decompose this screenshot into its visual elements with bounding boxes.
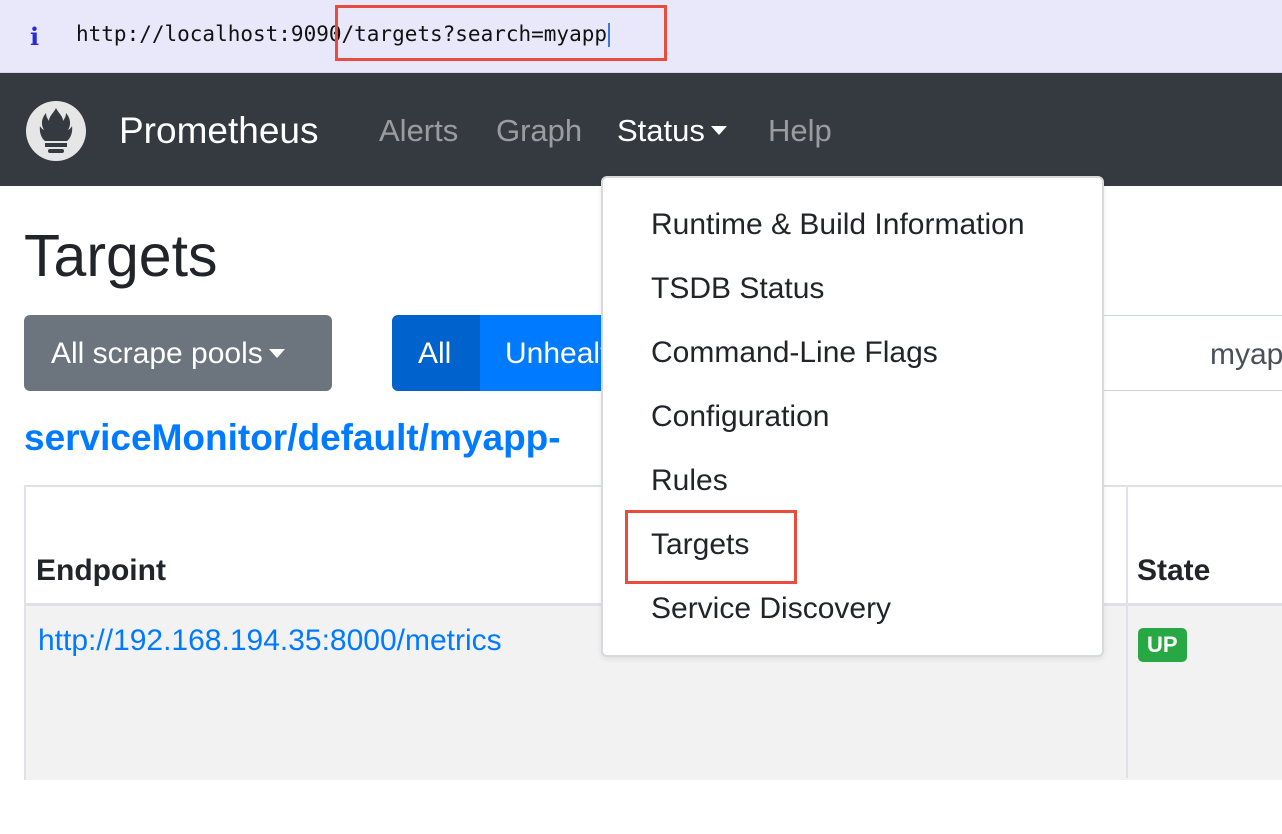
scrape-pool-link[interactable]: serviceMonitor/default/myapp- — [24, 417, 561, 459]
menu-item-runtime-build-info[interactable]: Runtime & Build Information — [651, 208, 1025, 242]
menu-item-configuration[interactable]: Configuration — [651, 400, 829, 434]
nav-help[interactable]: Help — [768, 113, 832, 149]
endpoint-header: Endpoint — [36, 554, 166, 587]
caret-down-icon — [268, 348, 285, 358]
menu-item-command-line-flags[interactable]: Command-Line Flags — [651, 336, 938, 370]
scrape-pools-dropdown-button[interactable]: All scrape pools — [24, 315, 332, 391]
nav-graph[interactable]: Graph — [496, 113, 582, 149]
nav-status-label: Status — [617, 113, 705, 148]
status-badge: UP — [1138, 628, 1187, 662]
prometheus-logo-icon[interactable] — [26, 101, 86, 161]
page-title: Targets — [24, 223, 218, 289]
navbar: Prometheus Alerts Graph Status Help — [0, 73, 1282, 186]
scrape-pools-label: All scrape pools — [51, 337, 263, 370]
url-highlight-box — [335, 5, 667, 61]
info-icon[interactable]: i — [30, 22, 48, 51]
state-header: State — [1137, 554, 1211, 587]
filter-all-button[interactable]: All — [392, 315, 480, 391]
address-bar: i http://localhost:9090/targets?search=m… — [0, 0, 1282, 73]
menu-item-tsdb-status[interactable]: TSDB Status — [651, 272, 824, 306]
column-divider — [1126, 487, 1128, 778]
nav-status[interactable]: Status — [617, 113, 727, 149]
caret-down-icon — [710, 126, 727, 136]
brand-title[interactable]: Prometheus — [119, 110, 319, 152]
menu-item-rules[interactable]: Rules — [651, 464, 728, 498]
targets-highlight-box — [625, 510, 797, 584]
nav-alerts[interactable]: Alerts — [379, 113, 458, 149]
status-dropdown-menu: Runtime & Build Information TSDB Status … — [601, 176, 1104, 657]
menu-item-service-discovery[interactable]: Service Discovery — [651, 592, 891, 626]
endpoint-link[interactable]: http://192.168.194.35:8000/metrics — [38, 624, 502, 658]
